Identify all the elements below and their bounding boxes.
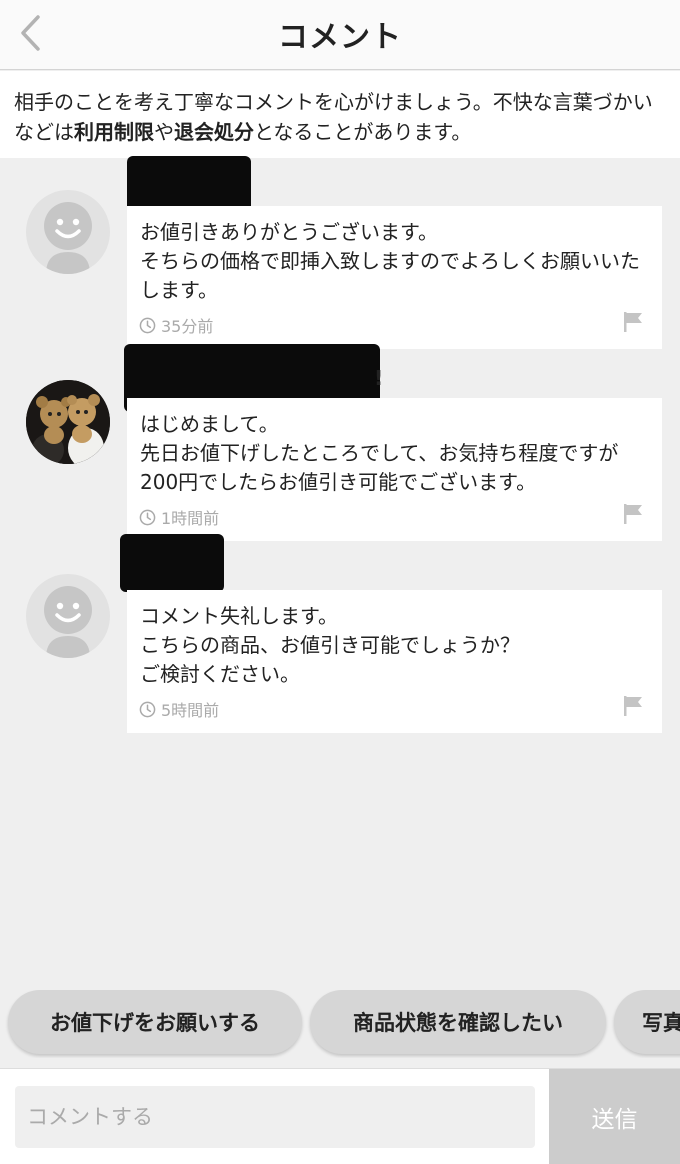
time-label: 1時間前 <box>161 509 220 528</box>
flag-icon <box>624 504 642 524</box>
page-title: コメント <box>278 20 402 55</box>
comment-timestamp: 1時間前 <box>139 505 219 529</box>
time-label: 5時間前 <box>161 701 220 720</box>
flag-icon <box>624 696 642 716</box>
chip-request-price-cut[interactable]: お値下げをお願いする <box>8 990 302 1054</box>
photo-avatar-icon <box>26 380 110 464</box>
comment-bubble: コメント失礼します。 こちらの商品、お値引き可能でしょうか？ ご検討ください。 … <box>127 590 662 733</box>
comment-text: コメント失礼します。 こちらの商品、お値引き可能でしょうか？ ご検討ください。 <box>140 604 520 686</box>
comment-input[interactable] <box>15 1086 535 1148</box>
comment-bubble: お値引きありがとうございます。 そちらの価格で即挿入致しますのでよろしくお願いい… <box>127 206 662 349</box>
chip-photo[interactable]: 写真 <box>614 990 680 1054</box>
clock-icon <box>139 701 156 717</box>
redacted-username <box>127 156 251 212</box>
comment-item: コメント失礼します。 こちらの商品、お値引き可能でしょうか？ ご検討ください。 … <box>0 534 680 734</box>
comment-text: お値引きありがとうございます。 そちらの価格で即挿入致しますのでよろしくお願いい… <box>140 220 640 302</box>
notice-bold-withdrawal: 退会処分 <box>174 120 254 144</box>
time-label: 35分前 <box>161 317 214 336</box>
comment-timestamp: 5時間前 <box>139 697 219 721</box>
report-button[interactable] <box>622 311 644 333</box>
quick-reply-chips: お値下げをお願いする 商品状態を確認したい 写真 <box>0 990 680 1058</box>
clock-icon <box>139 317 156 333</box>
default-face-avatar-icon <box>44 586 92 658</box>
comment-guideline-notice: 相手のことを考え丁寧なコメントを心がけましょう。不快な言葉づかいなどは利用制限や… <box>0 71 680 158</box>
comment-text: はじめまして。 先日お値下げしたところでして、お気持ち程度ですが200円でしたら… <box>140 412 619 494</box>
avatar[interactable] <box>26 380 110 464</box>
comment-timestamp: 35分前 <box>139 313 213 337</box>
notice-text: や <box>154 120 174 144</box>
avatar[interactable] <box>26 574 110 658</box>
comment-screen: コメント 相手のことを考え丁寧なコメントを心がけましょう。不快な言葉づかいなどは… <box>0 0 680 1164</box>
comment-bubble: はじめまして。 先日お値下げしたところでして、お気持ち程度ですが200円でしたら… <box>127 398 662 541</box>
comment-item: お値引きありがとうございます。 そちらの価格で即挿入致しますのでよろしくお願いい… <box>0 156 680 356</box>
flag-icon <box>624 312 642 332</box>
notice-text: となることがあります。 <box>254 120 472 144</box>
report-button[interactable] <box>622 695 644 717</box>
default-face-avatar-icon <box>44 202 92 274</box>
report-button[interactable] <box>622 503 644 525</box>
comment-item: ! はじめまして。 先日お値下げしたところでして、お気持ち程度ですが200円でし… <box>0 342 680 542</box>
header: コメント <box>0 0 680 70</box>
avatar[interactable] <box>26 190 110 274</box>
comment-input-bar: 送信 <box>0 1068 680 1164</box>
send-button[interactable]: 送信 <box>549 1069 680 1164</box>
clock-icon <box>139 509 156 525</box>
notice-bold-restriction: 利用制限 <box>74 120 154 144</box>
username-suffix: ! <box>374 366 384 390</box>
redacted-username <box>120 534 224 592</box>
chip-check-condition[interactable]: 商品状態を確認したい <box>310 990 606 1054</box>
